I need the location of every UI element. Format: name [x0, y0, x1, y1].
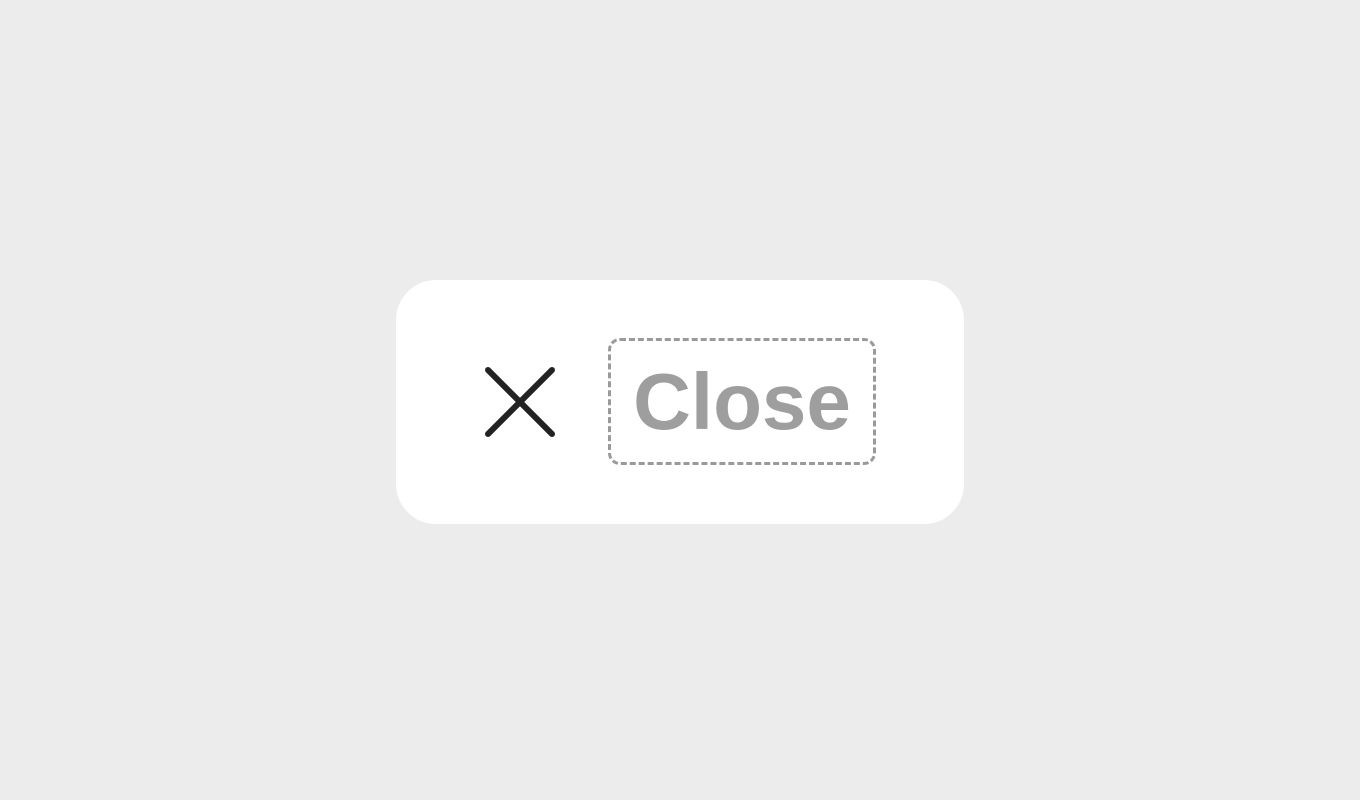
close-label: Close [633, 356, 851, 446]
close-label-box[interactable]: Close [608, 338, 876, 465]
close-icon[interactable] [480, 362, 560, 442]
stage: Close [0, 0, 1360, 800]
